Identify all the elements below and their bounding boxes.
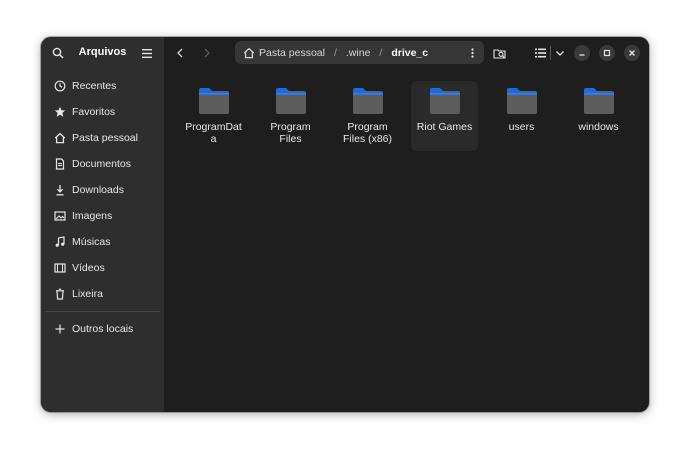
sidebar-item-videos[interactable]: Vídeos [45,255,160,281]
sidebar-item-imagens[interactable]: Imagens [45,203,160,229]
home-icon [243,47,255,59]
sidebar: Arquivos Recentes Favoritos Pasta pessoa… [41,37,164,412]
header-bar: Pasta pessoal / .wine / drive_c [164,37,649,69]
file-name: Program Files (x86) [342,121,392,145]
file-name: Riot Games [416,121,473,133]
image-icon [53,209,67,223]
file-name: windows [578,121,619,133]
file-item-riot-games[interactable]: Riot Games [411,81,478,151]
chevron-right-icon [204,48,210,58]
star-icon [53,105,67,119]
path-separator: / [379,46,383,59]
sidebar-item-outros-locais[interactable]: Outros locais [45,316,160,342]
sidebar-item-pasta-pessoal[interactable]: Pasta pessoal [45,125,160,151]
video-icon [53,261,67,275]
file-manager-window: Arquivos Recentes Favoritos Pasta pessoa… [41,37,649,412]
search-files-button[interactable] [490,43,510,63]
path-segment-home[interactable]: Pasta pessoal [259,47,325,59]
sidebar-item-label: Documentos [72,158,131,170]
close-button[interactable] [624,45,640,61]
minimize-button[interactable] [574,45,590,61]
vertical-ellipsis-icon [470,47,474,58]
file-item-program-files-x86[interactable]: Program Files (x86) [334,81,401,151]
file-name: users [508,121,535,133]
sidebar-nav: Recentes Favoritos Pasta pessoal Documen… [45,73,160,342]
folder-icon [352,88,383,114]
file-item-programdata[interactable]: ProgramData [180,81,247,151]
minimize-icon [579,54,585,56]
folder-icon [275,88,306,114]
file-item-program-files[interactable]: Program Files [257,81,324,151]
close-icon [629,50,635,56]
plus-icon [53,322,67,336]
sidebar-item-label: Lixeira [72,288,103,300]
folder-icon [198,88,229,114]
folder-icon [429,88,460,114]
list-view-icon [534,48,546,58]
path-separator: / [333,46,337,59]
chevron-left-icon [177,48,183,58]
sidebar-item-musicas[interactable]: Músicas [45,229,160,255]
main-content: Pasta pessoal / .wine / drive_c ProgramD… [164,37,649,412]
trash-icon [53,287,67,301]
sidebar-item-documentos[interactable]: Documentos [45,151,160,177]
sidebar-item-label: Outros locais [72,323,134,335]
hamburger-icon [142,48,152,58]
sidebar-item-label: Downloads [72,184,124,196]
sidebar-item-downloads[interactable]: Downloads [45,177,160,203]
sidebar-item-recentes[interactable]: Recentes [45,73,160,99]
file-name: ProgramData [185,121,242,145]
sidebar-item-favoritos[interactable]: Favoritos [45,99,160,125]
sidebar-divider [45,311,160,312]
sidebar-item-lixeira[interactable]: Lixeira [45,281,160,307]
chevron-down-icon [556,50,564,56]
path-segment-wine[interactable]: .wine [346,47,371,59]
view-options-button[interactable] [550,43,570,63]
sidebar-header: Arquivos [41,37,164,69]
path-bar[interactable]: Pasta pessoal / .wine / drive_c [235,41,484,64]
forward-button[interactable] [197,43,217,63]
file-item-windows[interactable]: windows [565,81,632,151]
path-segment-current[interactable]: drive_c [391,47,428,59]
main-menu-button[interactable] [138,44,156,62]
folder-icon [583,88,614,114]
back-button[interactable] [170,43,190,63]
document-icon [53,157,67,171]
sidebar-item-label: Vídeos [72,262,105,274]
view-list-button[interactable] [530,43,550,63]
sidebar-item-label: Imagens [72,210,113,222]
home-icon [53,131,67,145]
sidebar-item-label: Recentes [72,80,117,92]
sidebar-item-label: Músicas [72,236,111,248]
clock-icon [53,79,67,93]
maximize-button[interactable] [599,45,615,61]
download-icon [53,183,67,197]
file-item-users[interactable]: users [488,81,555,151]
file-name: Program Files [270,121,311,145]
folder-icon [506,88,537,114]
folder-search-icon [493,48,506,59]
maximize-icon [603,49,611,57]
file-grid: ProgramData Program Files Program Files … [180,81,642,151]
path-menu-button[interactable] [466,46,478,59]
music-icon [53,235,67,249]
sidebar-item-label: Pasta pessoal [72,132,138,144]
sidebar-item-label: Favoritos [72,106,116,118]
